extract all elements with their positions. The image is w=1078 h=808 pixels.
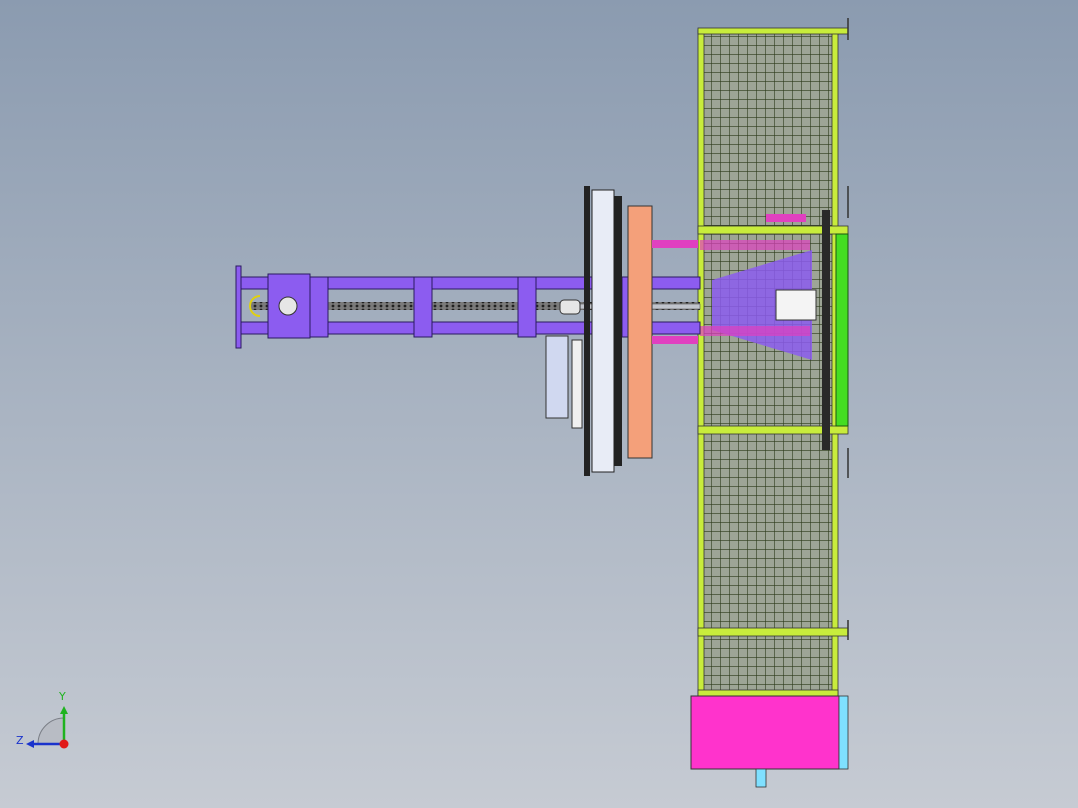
triad-arc — [37, 717, 65, 745]
top-fitting — [766, 214, 806, 222]
z-axis-label: Z — [16, 734, 24, 747]
z-axis-arrow — [26, 740, 34, 748]
fence-top-rail — [697, 27, 849, 35]
disc-edge-inner — [614, 196, 622, 466]
control-cabinet[interactable] — [690, 695, 840, 770]
cabinet-side-panel — [838, 695, 849, 770]
fence-post-left — [697, 29, 705, 696]
vertical-post-dark — [822, 210, 830, 450]
arm-end-plate — [235, 265, 242, 349]
origin-dot — [59, 739, 69, 749]
disc-edge-outer — [584, 186, 590, 476]
coupling — [559, 299, 581, 315]
cylinder-upper — [700, 240, 810, 250]
idler-sprocket — [278, 296, 298, 316]
fence-rail-3 — [697, 627, 849, 637]
disc-face — [591, 189, 615, 473]
cabinet-foot — [755, 768, 767, 788]
gripper-block — [775, 289, 817, 321]
orientation-triad[interactable]: Y Z — [16, 690, 69, 749]
assembly-drawing[interactable]: Y Z — [0, 0, 1078, 808]
cad-viewport[interactable]: Y Z — [0, 0, 1078, 808]
orange-plate — [627, 205, 653, 459]
arm-crossbar-1 — [309, 276, 329, 338]
y-axis-arrow — [60, 706, 68, 714]
cylinder-lower — [700, 326, 810, 336]
fence-bottom-rail — [697, 689, 839, 697]
cylinder-rod-top — [652, 240, 698, 248]
arm-crossbar-3 — [517, 276, 537, 338]
cylinder-rod-bottom — [652, 336, 698, 344]
arm-crossbar-2 — [413, 276, 433, 338]
bracket-plate — [571, 339, 583, 429]
y-axis-label: Y — [58, 690, 66, 703]
green-guide-rail[interactable] — [835, 233, 849, 427]
fence-mesh — [700, 30, 836, 695]
panel-lower — [545, 335, 569, 419]
